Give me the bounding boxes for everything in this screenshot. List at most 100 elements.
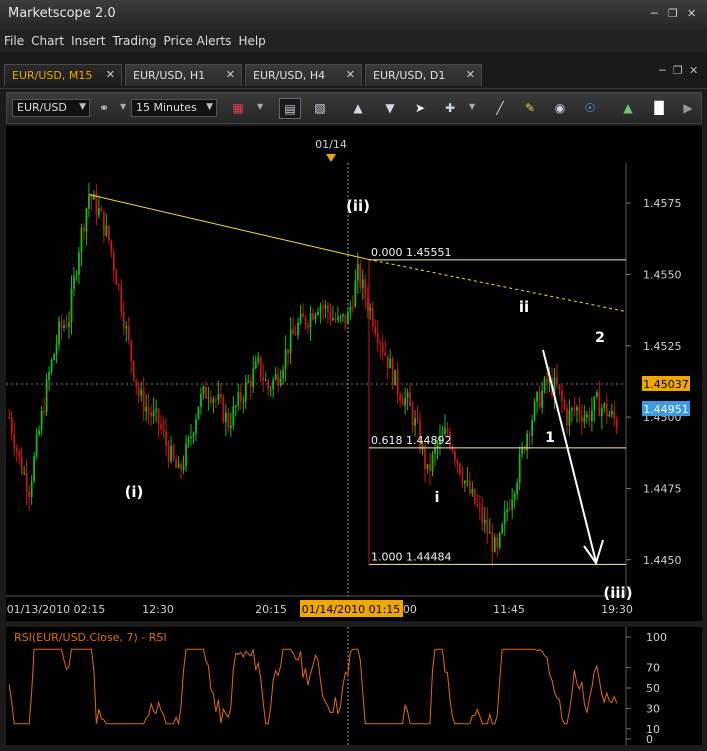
candle-body — [132, 361, 135, 380]
cursor-icon[interactable]: ➤ — [409, 98, 431, 119]
candle-body — [97, 207, 100, 216]
candle-body — [399, 394, 402, 401]
candle-body — [585, 414, 588, 418]
candle-body — [33, 455, 36, 482]
candle-body — [416, 418, 419, 421]
tab-label: EUR/USD, M15 — [12, 69, 93, 82]
candle-body — [177, 463, 180, 468]
candle-body — [478, 505, 481, 508]
candle-body — [314, 314, 317, 320]
candle-body — [543, 378, 546, 392]
restore-icon[interactable]: ❐ — [668, 7, 678, 20]
rsi-axis-label: 0 — [646, 733, 653, 745]
rsi-axis-label: 100 — [646, 631, 667, 644]
tab-eurusd-h1[interactable]: EUR/USD, H1 ✕ — [125, 64, 242, 86]
chart-type-icon[interactable]: ▦ — [227, 98, 249, 119]
candle-body — [608, 414, 611, 417]
candle-body — [309, 312, 312, 328]
candle-body — [229, 425, 232, 428]
candle-body — [127, 326, 130, 341]
link-icon[interactable]: ⚭ — [93, 98, 115, 119]
candle-body — [292, 329, 294, 335]
price-axis-label: 1.4525 — [643, 340, 682, 353]
chevron-down-icon[interactable]: ▼ — [120, 102, 126, 111]
menu-help[interactable]: Help — [234, 31, 268, 48]
rsi-chart-svg: RSI(EUR/USD.Close, 7) - RSI 100705030100 — [6, 627, 702, 746]
candle-body — [165, 431, 168, 446]
candle-body — [53, 354, 55, 361]
chevron-down-icon[interactable]: ▼ — [469, 102, 475, 111]
candle-body — [232, 406, 235, 426]
candle-body — [506, 509, 509, 512]
candle-body — [424, 445, 426, 470]
close-icon[interactable]: ✕ — [346, 68, 355, 81]
tick-style-icon[interactable]: ▧ — [309, 98, 331, 119]
candle-body — [170, 445, 172, 462]
candle-body — [327, 305, 329, 313]
candle-body — [483, 519, 486, 524]
menu-insert[interactable]: Insert — [67, 31, 108, 48]
candle-body — [561, 389, 563, 402]
candle-body — [346, 312, 349, 324]
candle-body — [145, 407, 148, 412]
candle-body — [429, 463, 431, 472]
candle-body — [364, 279, 367, 298]
menu-file[interactable]: File — [0, 31, 27, 48]
close-icon[interactable]: ✕ — [466, 68, 475, 81]
restore-chart-icon[interactable]: ❐ — [673, 64, 683, 77]
chevron-down-icon[interactable]: ▼ — [257, 102, 263, 111]
candle-body — [568, 410, 571, 426]
remove-indicator-icon[interactable]: ▼ — [379, 98, 401, 119]
candle-body — [207, 397, 210, 399]
line-tool-icon[interactable]: ╱ — [489, 98, 511, 119]
candle-body — [25, 472, 28, 492]
toolbar-more-icon[interactable]: ▶ — [677, 98, 699, 119]
add-indicator-icon[interactable]: ▲ — [347, 98, 369, 119]
tab-label: EUR/USD, H4 — [253, 69, 326, 82]
candle-body — [10, 417, 13, 434]
candle-body — [242, 401, 245, 403]
menu-trading[interactable]: Trading — [109, 31, 160, 48]
candle-body — [446, 428, 449, 433]
candle-body — [366, 297, 369, 311]
candle-body — [471, 489, 474, 494]
crosshair-icon[interactable]: ✚ — [439, 98, 461, 119]
candle-body — [180, 463, 182, 470]
candle-body — [102, 211, 105, 236]
close-icon[interactable]: ✕ — [226, 68, 235, 81]
globe-icon[interactable]: ☉ — [579, 98, 601, 119]
candle-body — [125, 326, 128, 329]
tab-eurusd-m15[interactable]: EUR/USD, M15 ✕ — [4, 64, 122, 86]
close-icon[interactable]: ✕ — [687, 7, 696, 20]
timeframe-select[interactable]: 15 Minutes ▼ — [131, 99, 217, 117]
candle-body — [302, 313, 304, 318]
candle-body — [454, 451, 456, 461]
close-icon[interactable]: ✕ — [106, 68, 115, 81]
eye-icon[interactable]: ◉ — [549, 98, 571, 119]
candle-body — [195, 419, 197, 434]
tab-eurusd-h4[interactable]: EUR/USD, H4 ✕ — [245, 64, 362, 86]
menu-chart[interactable]: Chart — [27, 31, 67, 48]
candle-body — [588, 414, 591, 422]
candle-body — [239, 392, 242, 402]
color-tool-icon[interactable]: ✎ — [519, 98, 541, 119]
picture-icon[interactable]: ▲ — [617, 98, 639, 119]
candle-body — [282, 369, 285, 379]
candle-body — [152, 410, 155, 417]
candle-body — [503, 511, 506, 525]
minimize-chart-icon[interactable]: ─ — [659, 64, 666, 77]
price-chart[interactable]: 0.000 1.45551 0.618 1.44892 1.000 1.44484 (… — [6, 126, 702, 621]
candle-body — [117, 284, 120, 286]
instrument-select[interactable]: EUR/USD ▼ — [12, 99, 90, 117]
close-chart-icon[interactable]: ✕ — [689, 64, 698, 77]
candle-body — [107, 225, 110, 241]
text-tool-icon[interactable]: █ — [648, 98, 670, 119]
candle-body — [160, 424, 163, 429]
minimize-icon[interactable]: ─ — [651, 7, 658, 20]
candle-body — [538, 392, 541, 408]
rsi-panel[interactable]: RSI(EUR/USD.Close, 7) - RSI 100 70 50 30 10 0 — [6, 627, 702, 746]
bar-style-icon[interactable]: ▤ — [279, 98, 301, 119]
tab-eurusd-d1[interactable]: EUR/USD, D1 ✕ — [365, 64, 482, 86]
menu-price-alerts[interactable]: Price Alerts — [160, 31, 235, 48]
candle-body — [426, 463, 429, 470]
